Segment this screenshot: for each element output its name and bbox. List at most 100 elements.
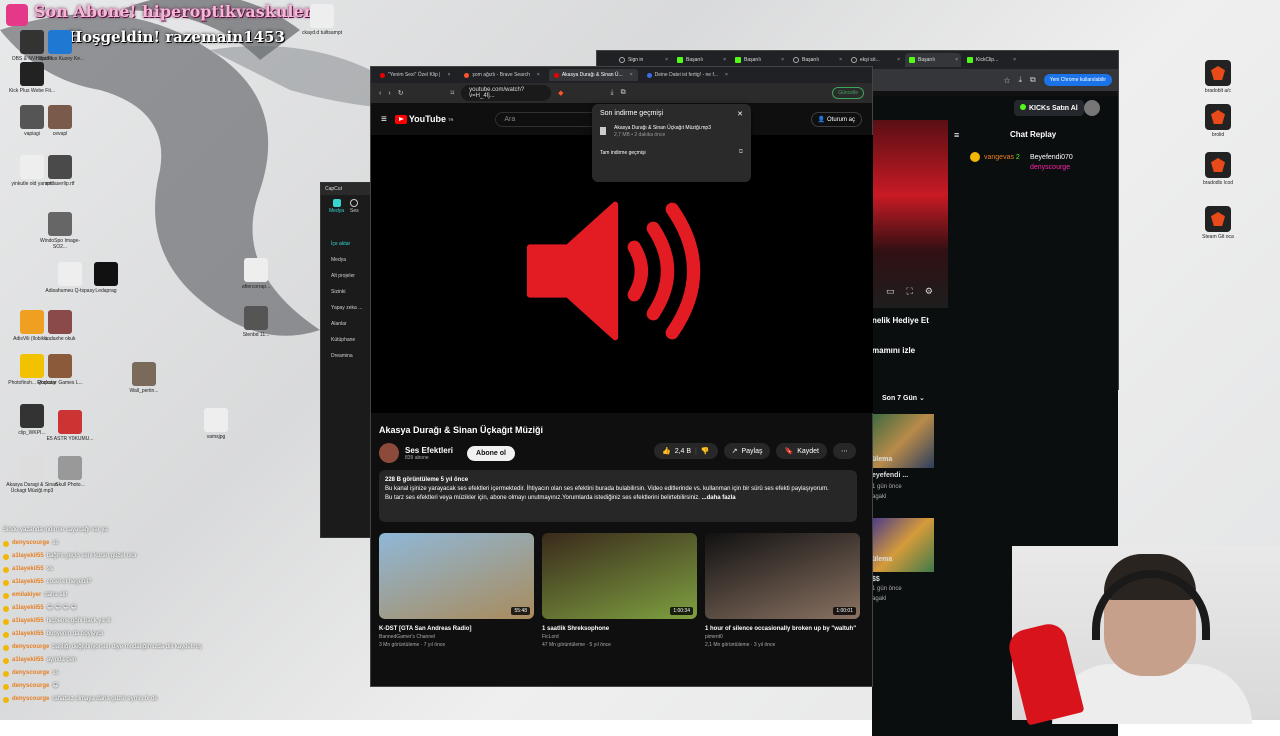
video-card-title[interactable]: 1 hour of silence occasionally broken up… bbox=[705, 625, 860, 633]
desktop-icon[interactable]: E5 ASTR Y0KUMU... bbox=[44, 410, 96, 442]
video-thumbnail[interactable]: 55:48 bbox=[379, 533, 534, 619]
capcut-nav-item[interactable]: Medya bbox=[331, 252, 371, 268]
capcut-tab-audio[interactable]: Ses bbox=[350, 199, 359, 214]
capcut-nav-item[interactable]: Dreamina bbox=[331, 348, 371, 364]
capcut-nav-item[interactable]: Alt projeler bbox=[331, 268, 371, 284]
close-icon[interactable]: × bbox=[839, 57, 842, 63]
download-icon[interactable]: ⤓ bbox=[1019, 75, 1023, 85]
video-card-title[interactable]: K-DST [GTA San Andreas Radio] bbox=[379, 625, 534, 633]
tab[interactable]: Başarılı × bbox=[789, 53, 845, 67]
capcut-nav-item[interactable]: Yapay zeka ... bbox=[331, 300, 371, 316]
clip-title[interactable]: eyefendi ... bbox=[872, 472, 908, 479]
desktop-icon[interactable]: bradodls Icod bbox=[1198, 152, 1238, 186]
tab[interactable]: "Yenim Sexi" Özel Klip | × bbox=[375, 69, 455, 81]
capcut-nav-item[interactable]: İçe aktar bbox=[331, 236, 371, 252]
youtube-logo[interactable]: YouTube TR bbox=[394, 114, 453, 124]
desktop-icon[interactable]: Rockstar Games L... bbox=[34, 354, 86, 386]
period-dropdown[interactable]: Son 7 Gün ⌄ bbox=[882, 394, 925, 402]
extension-icon[interactable]: ⧉ bbox=[621, 89, 626, 97]
tab[interactable]: KickClip... × bbox=[963, 53, 1019, 67]
thumbs-down-icon[interactable]: 👎 bbox=[701, 447, 710, 455]
kick-video-player[interactable] bbox=[872, 120, 948, 308]
clip-thumbnail[interactable] bbox=[872, 518, 934, 572]
tab[interactable]: şom ağızlı - Brave Search × bbox=[459, 69, 544, 81]
extension-icon[interactable]: ⧉ bbox=[1030, 75, 1036, 85]
video-card[interactable]: 55:48 K-DST [GTA San Andreas Radio] Banned… bbox=[379, 533, 534, 649]
capcut-nav-item[interactable]: Kütüphane bbox=[331, 332, 371, 348]
video-card-title[interactable]: 1 saatlik Shreksophone bbox=[542, 625, 697, 633]
close-icon[interactable]: × bbox=[723, 57, 726, 63]
close-icon[interactable]: × bbox=[665, 57, 668, 63]
tab[interactable]: Deine Datei ist fertig! - ne f... × bbox=[642, 69, 733, 81]
show-more-link[interactable]: ...daha fazla bbox=[702, 495, 736, 501]
tab[interactable]: Başarılı × bbox=[905, 53, 961, 67]
kick-avatar[interactable] bbox=[1084, 100, 1100, 116]
forward-icon[interactable]: › bbox=[388, 90, 390, 97]
tab[interactable]: Başarılı × bbox=[673, 53, 729, 67]
desktop-icon[interactable]: andaxhe okuk bbox=[34, 310, 86, 342]
open-external-icon[interactable]: ⧉ bbox=[739, 149, 743, 156]
tab[interactable]: Başarılı × bbox=[731, 53, 787, 67]
desktop-icon[interactable]: Skull Photo... bbox=[44, 456, 96, 488]
menu-icon[interactable]: ≡ bbox=[381, 114, 387, 125]
bookmark-icon[interactable]: ⌑ bbox=[451, 89, 455, 97]
close-icon[interactable]: × bbox=[725, 72, 728, 78]
chat-toggle-icon[interactable]: ≡ bbox=[954, 130, 959, 140]
capcut-tab-media[interactable]: Medya bbox=[329, 199, 344, 214]
desktop-icon[interactable]: brolid bbox=[1198, 104, 1238, 138]
capcut-nav-item[interactable]: Sizinki bbox=[331, 284, 371, 300]
video-card-channel[interactable]: piment0 bbox=[705, 633, 860, 641]
buy-kicks-button[interactable]: KICKs Satın Al bbox=[1014, 100, 1084, 116]
video-card[interactable]: 1:00:34 1 saatlik Shreksophone FicLord 47 M… bbox=[542, 533, 697, 649]
watch-all-label[interactable]: mamını izle bbox=[872, 346, 915, 355]
capcut-window[interactable]: CapCut Medya Ses İçe aktar Medya Alt proje… bbox=[320, 182, 372, 538]
channel-name[interactable]: Ses Efektleri bbox=[405, 446, 453, 455]
close-icon[interactable]: × bbox=[1013, 57, 1016, 63]
download-icon[interactable]: ⤓ bbox=[611, 89, 614, 97]
full-history-link[interactable]: Tam indirme geçmişi bbox=[600, 150, 646, 156]
like-button[interactable]: 👍 2,4 B | 👎 bbox=[653, 443, 718, 459]
desktop-icon[interactable]: andaserlip.rtf bbox=[34, 155, 86, 187]
signin-button[interactable]: 👤 Oturum aç bbox=[810, 111, 862, 127]
clip-title[interactable]: $$ bbox=[872, 576, 880, 583]
video-card[interactable]: 1:00:01 1 hour of silence occasionally br… bbox=[705, 533, 860, 649]
description-box[interactable]: 228 B görüntüleme 5 yıl önce Bu kanal iş… bbox=[379, 470, 857, 522]
settings-icon[interactable]: ⚙ bbox=[925, 286, 933, 297]
video-thumbnail[interactable]: 1:00:01 bbox=[705, 533, 860, 619]
desktop-icon[interactable]: Ledaprag bbox=[80, 262, 132, 294]
back-icon[interactable]: ‹ bbox=[379, 90, 381, 97]
star-icon[interactable]: ☆ bbox=[1003, 76, 1010, 85]
desktop-icon[interactable]: Stenbd 11... bbox=[230, 306, 282, 338]
save-button[interactable]: 🔖 Kaydet bbox=[776, 443, 827, 459]
desktop-icon[interactable]: Hdpi Plus Kuzey Ke... bbox=[34, 30, 86, 62]
video-card-channel[interactable]: BannedGamer's Channel bbox=[379, 633, 534, 641]
desktop-icon[interactable]: Wall_pertin... bbox=[118, 362, 170, 394]
search-input[interactable]: Ara bbox=[495, 111, 606, 127]
close-icon[interactable]: × bbox=[781, 57, 784, 63]
brave-shield-icon[interactable]: ◆ bbox=[558, 89, 563, 97]
close-icon[interactable]: × bbox=[537, 72, 540, 78]
desktop-icon[interactable]: WindoSpo Image-SO2... bbox=[34, 212, 86, 250]
video-card-channel[interactable]: FicLord bbox=[542, 633, 697, 641]
desktop-icon[interactable]: bradoblt a/c bbox=[1198, 60, 1238, 94]
address-bar[interactable]: youtube.com/watch?v=H_4fj... bbox=[461, 85, 552, 101]
desktop-icon[interactable]: Kick Plus Webe Fit... bbox=[6, 62, 58, 94]
capcut-nav-item[interactable]: Alanlar bbox=[331, 316, 371, 332]
more-button[interactable]: ⋯ bbox=[833, 443, 856, 459]
desktop-icon[interactable]: vamsjpg bbox=[190, 408, 242, 440]
close-icon[interactable]: ✕ bbox=[737, 110, 743, 125]
desktop-icon[interactable]: aftercorrap... bbox=[230, 258, 282, 290]
theater-icon[interactable]: ▭ bbox=[886, 286, 895, 297]
close-icon[interactable]: × bbox=[897, 57, 900, 63]
update-button[interactable]: Güncelle bbox=[832, 87, 864, 99]
share-button[interactable]: ↗ Paylaş bbox=[723, 443, 771, 459]
tab[interactable]: Sign in × bbox=[615, 53, 671, 67]
subscribe-button[interactable]: Abone ol bbox=[467, 445, 515, 461]
desktop-icon[interactable]: cevapl bbox=[34, 105, 86, 137]
reload-icon[interactable]: ↻ bbox=[398, 89, 404, 97]
fullscreen-icon[interactable]: ⛶ bbox=[907, 286, 913, 297]
close-icon[interactable]: × bbox=[630, 72, 633, 78]
desktop-icon[interactable]: ckayd.d tuiltsampt bbox=[296, 4, 348, 36]
channel-avatar[interactable] bbox=[379, 443, 399, 463]
desktop-icon[interactable]: Steam Glt oca bbox=[1198, 206, 1238, 240]
